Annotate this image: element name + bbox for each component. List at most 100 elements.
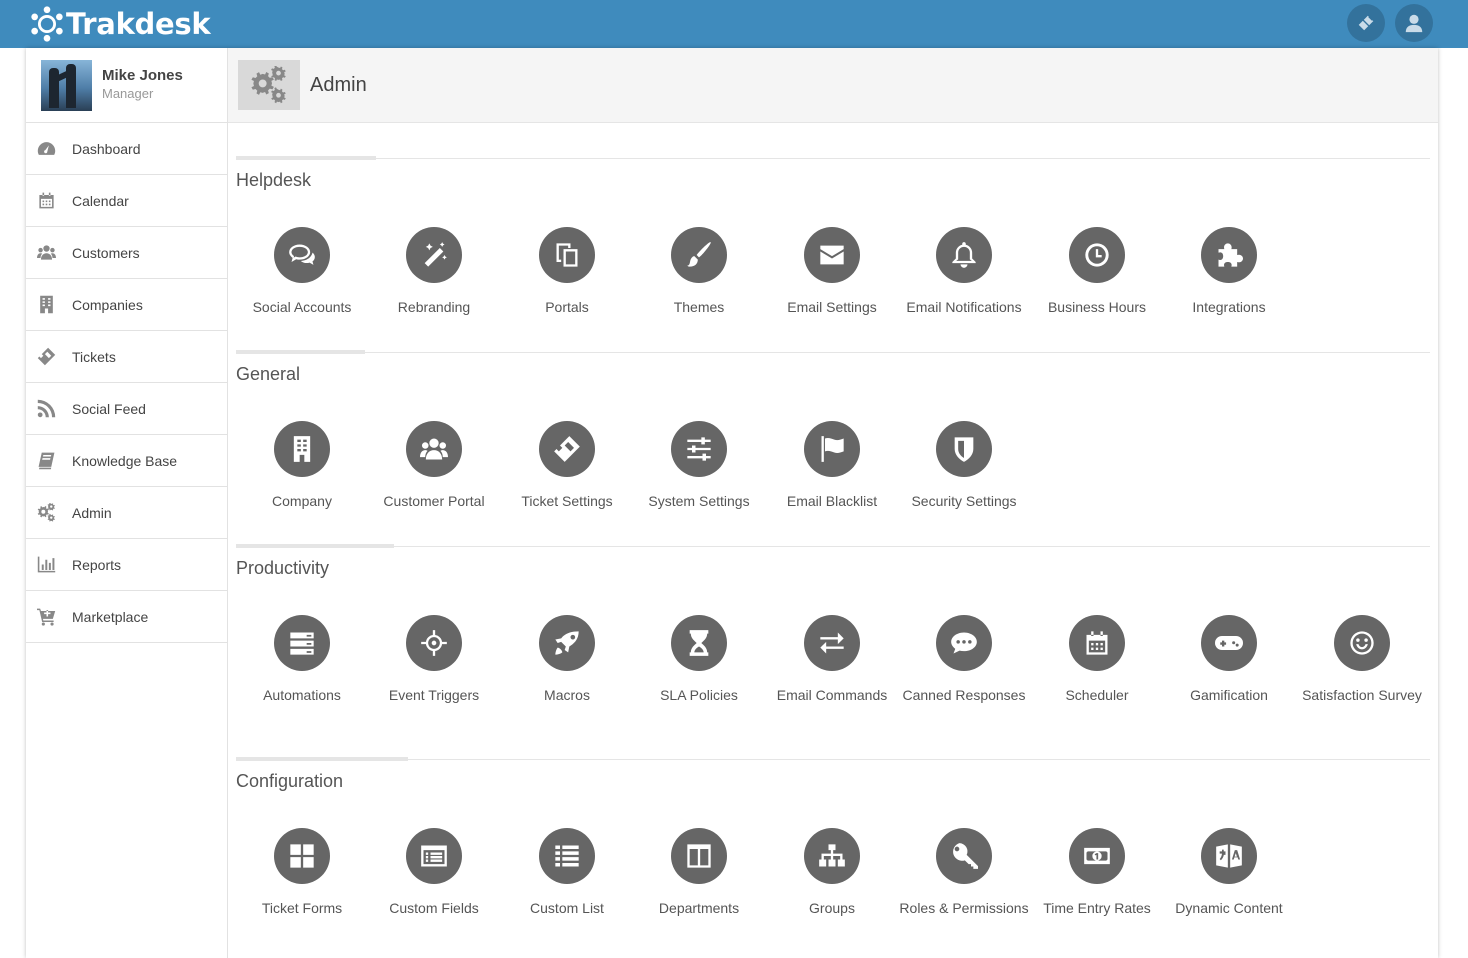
tile-departments[interactable]: Departments	[633, 828, 765, 918]
tile-groups[interactable]: Groups	[766, 828, 898, 918]
puzzle-icon	[1201, 227, 1257, 283]
sidebar-item-admin[interactable]: Admin	[26, 487, 227, 539]
hourglass-icon	[671, 615, 727, 671]
tile-event-triggers[interactable]: Event Triggers	[368, 615, 500, 705]
sidebar-item-customers[interactable]: Customers	[26, 227, 227, 279]
tile-ticket-forms[interactable]: Ticket Forms	[236, 828, 368, 918]
sidebar-item-companies[interactable]: Companies	[26, 279, 227, 331]
list-alt-icon	[406, 828, 462, 884]
tile-label: System Settings	[648, 493, 750, 509]
cart-icon	[36, 607, 56, 627]
sliders-icon	[671, 421, 727, 477]
clock-icon	[1069, 227, 1125, 283]
tile-sla-policies[interactable]: SLA Policies	[633, 615, 765, 705]
tile-label: Company	[272, 493, 332, 509]
tile-business-hours[interactable]: Business Hours	[1031, 227, 1163, 317]
tile-label: Time Entry Rates	[1043, 900, 1151, 916]
sidebar-item-label: Tickets	[72, 348, 116, 365]
tile-social-accounts[interactable]: Social Accounts	[236, 227, 368, 317]
tile-label: Email Commands	[776, 687, 888, 703]
sidebar-item-reports[interactable]: Reports	[26, 539, 227, 591]
tile-custom-fields[interactable]: Custom Fields	[368, 828, 500, 918]
columns-icon	[671, 828, 727, 884]
tile-gamification[interactable]: Gamification	[1163, 615, 1295, 705]
sidebar-item-calendar[interactable]: Calendar	[26, 175, 227, 227]
section-title: Productivity	[236, 558, 330, 578]
section-title: Helpdesk	[236, 170, 312, 190]
tile-label: Event Triggers	[388, 687, 480, 703]
tile-label: Email Settings	[787, 299, 877, 315]
page-title: Admin	[310, 73, 367, 96]
tile-label: Themes	[673, 299, 725, 315]
tile-macros[interactable]: Macros	[501, 615, 633, 705]
sidebar-item-label: Knowledge Base	[72, 452, 178, 469]
brand[interactable]: Trakdesk	[28, 3, 211, 45]
sidebar-item-marketplace[interactable]: Marketplace	[26, 591, 227, 643]
user-profile[interactable]: Mike Jones Manager	[26, 48, 227, 123]
tile-email-commands[interactable]: Email Commands	[766, 615, 898, 705]
shield-icon	[936, 421, 992, 477]
sitemap-icon	[804, 828, 860, 884]
calendar-icon	[1069, 615, 1125, 671]
dashboard-icon	[36, 139, 56, 159]
ticket-icon	[539, 421, 595, 477]
tile-label: Dynamic Content	[1175, 900, 1283, 916]
page-header: Admin	[228, 48, 1438, 123]
tile-satisfaction-survey[interactable]: Satisfaction Survey	[1296, 615, 1428, 705]
tickets-button[interactable]	[1347, 4, 1385, 42]
tile-custom-list[interactable]: Custom List	[501, 828, 633, 918]
user-menu-button[interactable]	[1395, 4, 1433, 42]
trakdesk-logo-icon	[31, 6, 63, 42]
tile-canned-responses[interactable]: Canned Responses	[898, 615, 1030, 705]
tile-email-notifications[interactable]: Email Notifications	[898, 227, 1030, 317]
grid-icon	[274, 828, 330, 884]
sidebar-item-label: Customers	[72, 244, 140, 261]
sidebar-item-label: Calendar	[72, 192, 129, 209]
tile-scheduler[interactable]: Scheduler	[1031, 615, 1163, 705]
user-role: Manager	[102, 86, 154, 101]
tile-label: Custom List	[530, 900, 604, 916]
tile-label: Custom Fields	[389, 900, 479, 916]
sidebar-item-label: Admin	[72, 504, 112, 521]
comments-icon	[274, 227, 330, 283]
tile-company[interactable]: Company	[236, 421, 368, 511]
sidebar-item-tickets[interactable]: Tickets	[26, 331, 227, 383]
tile-label: SLA Policies	[660, 687, 738, 703]
tile-time-entry-rates[interactable]: Time Entry Rates	[1031, 828, 1163, 918]
tile-label: Email Notifications	[906, 299, 1022, 315]
sidebar-item-dashboard[interactable]: Dashboard	[26, 123, 227, 175]
tile-label: Rebranding	[397, 299, 471, 315]
tile-email-settings[interactable]: Email Settings	[766, 227, 898, 317]
tile-customer-portal[interactable]: Customer Portal	[368, 421, 500, 511]
section-title: Configuration	[236, 771, 344, 791]
smile-icon	[1334, 615, 1390, 671]
tile-integrations[interactable]: Integrations	[1163, 227, 1295, 317]
comment-dots-icon	[936, 615, 992, 671]
tile-label: Scheduler	[1065, 687, 1129, 703]
tile-automations[interactable]: Automations	[236, 615, 368, 705]
customers-icon	[36, 243, 56, 263]
tile-label: Integrations	[1192, 299, 1266, 315]
tile-security-settings[interactable]: Security Settings	[898, 421, 1030, 511]
ticket-icon	[1356, 13, 1376, 33]
tile-email-blacklist[interactable]: Email Blacklist	[766, 421, 898, 511]
server-icon	[274, 615, 330, 671]
magic-wand-icon	[406, 227, 462, 283]
sidebar-item-knowledge-base[interactable]: Knowledge Base	[26, 435, 227, 487]
tile-ticket-settings[interactable]: Ticket Settings	[501, 421, 633, 511]
user-icon	[1405, 14, 1423, 33]
tile-themes[interactable]: Themes	[633, 227, 765, 317]
tile-portals[interactable]: Portals	[501, 227, 633, 317]
sidebar-item-label: Marketplace	[72, 608, 149, 625]
tile-roles-permissions[interactable]: Roles & Permissions	[898, 828, 1030, 918]
tile-rebranding[interactable]: Rebranding	[368, 227, 500, 317]
users-icon	[406, 421, 462, 477]
sidebar-item-label: Dashboard	[72, 140, 141, 157]
tile-dynamic-content[interactable]: Dynamic Content	[1163, 828, 1295, 918]
language-icon	[1201, 828, 1257, 884]
gears-icon	[238, 60, 300, 110]
tile-system-settings[interactable]: System Settings	[633, 421, 765, 511]
page-frame: Mike Jones Manager Dashboard Calendar Cu…	[26, 48, 1438, 958]
user-name: Mike Jones	[102, 67, 183, 84]
sidebar-item-social-feed[interactable]: Social Feed	[26, 383, 227, 435]
